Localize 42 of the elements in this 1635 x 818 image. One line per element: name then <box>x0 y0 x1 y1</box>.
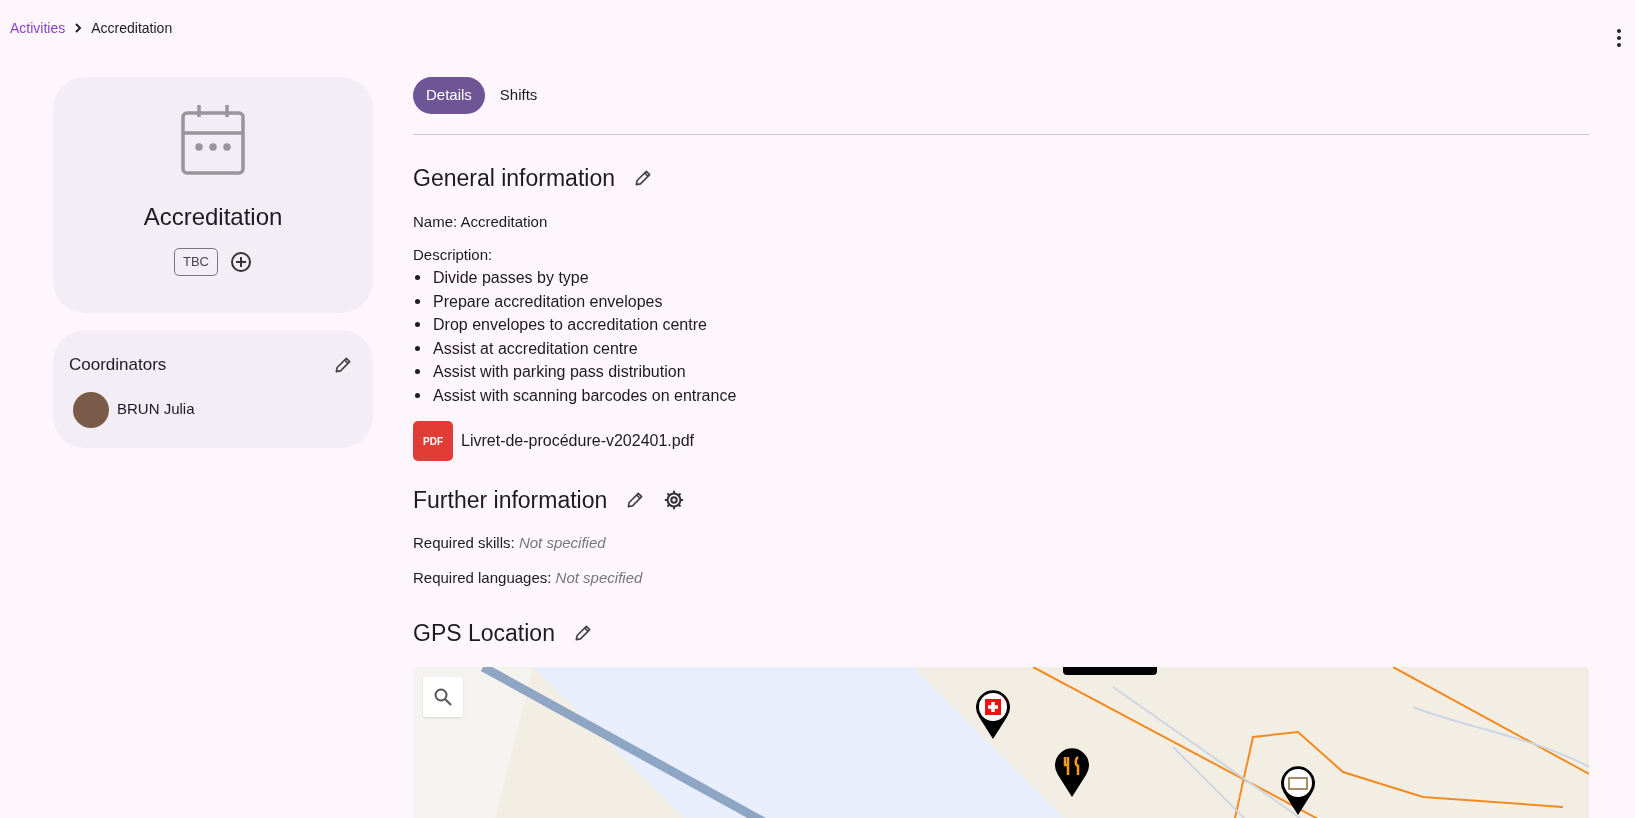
bullet-icon <box>415 275 420 281</box>
more-vertical-icon[interactable] <box>1616 28 1622 48</box>
status-tag: TBC <box>174 248 218 276</box>
section-title: Further information <box>413 486 608 515</box>
tab[interactable]: Shifts <box>486 77 551 114</box>
description-item: Assist with scanning barcodes on entrance <box>433 385 737 406</box>
breadcrumb-current: Accreditation <box>91 18 173 38</box>
coordinator-name: BRUN Julia <box>117 399 195 420</box>
activity-title: Accreditation <box>143 202 283 232</box>
info-field: Required languages: Not specified <box>413 567 1589 590</box>
tab[interactable]: Details <box>413 77 485 114</box>
description-item: Prepare accreditation envelopes <box>433 291 663 312</box>
edit-icon[interactable] <box>633 167 653 188</box>
add-circle-icon[interactable] <box>230 250 252 273</box>
info-field: Required skills: Not specified <box>413 531 1589 554</box>
calendar-icon <box>179 103 247 177</box>
breadcrumb-link[interactable]: Activities <box>10 17 66 39</box>
bullet-icon <box>415 298 420 304</box>
description-item: Assist at accreditation centre <box>433 338 638 359</box>
restaurant-pin-icon[interactable] <box>1054 747 1090 799</box>
card-title: Coordinators <box>69 354 167 376</box>
vip-pin-icon[interactable] <box>1280 765 1316 817</box>
description-item: Assist with parking pass distribution <box>433 362 686 382</box>
edit-icon[interactable] <box>333 354 353 375</box>
name-field: Name: Accreditation <box>413 211 1589 234</box>
description-item: Drop envelopes to accreditation centre <box>433 315 707 335</box>
section-title: General information <box>413 163 615 193</box>
settings-icon[interactable] <box>663 489 686 512</box>
section-title: GPS Location <box>413 618 555 648</box>
file-link[interactable]: Livret-de-procédure-v202401.pdf <box>461 429 695 453</box>
pdf-file-icon: PDF <box>413 421 453 461</box>
medical-pin-icon[interactable] <box>975 689 1011 741</box>
description-item: Divide passes by type <box>433 268 589 288</box>
bullet-icon <box>415 345 420 351</box>
avatar <box>73 391 109 428</box>
description-label: Description: <box>413 244 494 265</box>
chevron-right-icon <box>73 22 84 34</box>
bullet-icon <box>415 322 420 328</box>
bullet-icon <box>415 369 420 375</box>
bullet-icon <box>415 392 420 398</box>
search-icon <box>433 687 453 707</box>
map-search-button[interactable] <box>423 677 463 717</box>
